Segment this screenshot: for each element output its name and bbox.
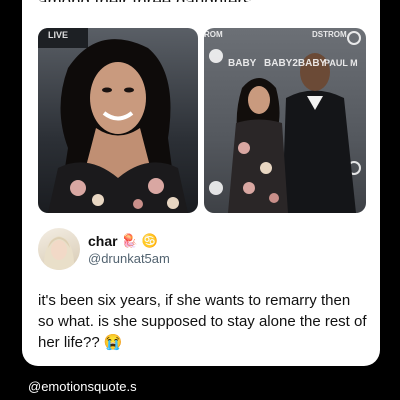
- backdrop-text-live: LIVE: [48, 30, 69, 40]
- photo-left-illustration: [38, 28, 188, 213]
- tweet-card: among their three daughters. LIVE ROM DS…: [22, 0, 380, 366]
- preceding-text: among their three daughters.: [38, 0, 257, 11]
- backdrop-text-baby2baby: BABY2BABY: [264, 58, 327, 69]
- backdrop-text-paulm: PAUL M: [324, 58, 358, 68]
- author-names: char 🪼 ♋ @drunkat5am: [88, 233, 170, 266]
- backdrop-text-rom: ROM: [204, 30, 223, 39]
- author-handle[interactable]: @drunkat5am: [88, 251, 170, 266]
- cancer-sign-icon: ♋: [141, 232, 158, 248]
- author-row[interactable]: char 🪼 ♋ @drunkat5am: [38, 228, 170, 270]
- photo-left[interactable]: LIVE: [38, 28, 198, 213]
- backdrop-text-baby: BABY: [228, 58, 257, 69]
- display-name[interactable]: char: [88, 233, 118, 249]
- avatar[interactable]: [38, 228, 80, 270]
- watermark: @emotionsquote.s: [28, 379, 137, 394]
- photo-right-illustration: [209, 31, 361, 213]
- backdrop-text-nordstrom: DSTROM: [312, 30, 347, 39]
- jellyfish-emoji-icon: 🪼: [121, 232, 138, 248]
- photo-right[interactable]: ROM DSTROM BABY BABY2BABY PAUL M: [204, 28, 366, 213]
- avatar-image: [43, 236, 75, 270]
- post-body: it's been six years, if she wants to rem…: [38, 292, 367, 351]
- display-name-row[interactable]: char 🪼 ♋: [88, 233, 170, 249]
